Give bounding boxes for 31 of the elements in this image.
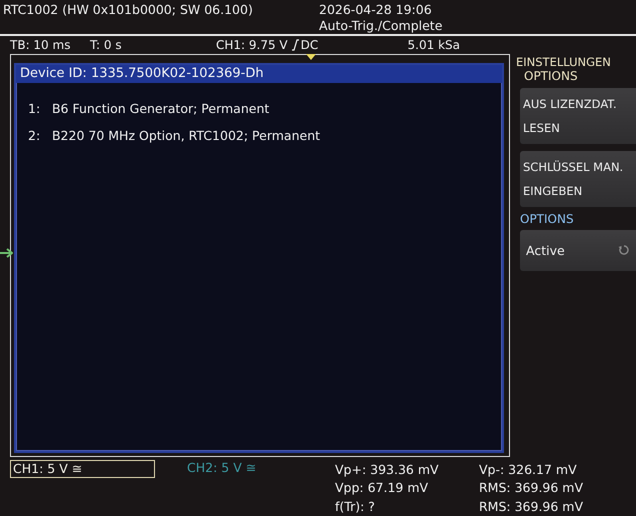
date-time: 2026-04-28 19:06 [319,2,433,18]
sample-rate-label: 5.01 kSa [408,38,460,52]
coupling-label: DC [300,38,318,52]
dialog-title: Device ID: 1335.7500K02-102369-Dh [16,64,502,82]
measurement-value: Vpp: 67.19 mV [335,479,430,497]
item-number: 1: [28,100,42,116]
menu-subtitle: OPTIONS [524,68,579,82]
channel-label[interactable]: CH1: 5 V ≅ [10,460,155,478]
section-heading: OPTIONS [520,212,575,226]
measurement-value: RMS: 369.96 mV [479,498,584,516]
device-title: RTC1002 (HW 0x101b0000; SW 06.100) [2,1,254,19]
channel-label[interactable]: CH2: 5 V ≅ [185,460,335,478]
measurement-value: Vp+: 393.36 mV [335,460,440,479]
measurement-value: Vp-: 326.17 mV [479,460,578,479]
measurement-value: RMS: 369.96 mV [479,479,584,497]
option-text: B6 Function Generator; Permanent [52,100,270,116]
item-number: 2: [28,128,42,142]
ground-marker-icon [0,246,13,258]
menu-button[interactable]: AUS LIZENZDAT. LESEN [520,88,636,144]
trigger-marker-icon [306,54,316,60]
rising-edge-icon [290,38,300,51]
time-offset-label: T: 0 s [90,38,123,52]
menu-button[interactable]: SCHLÜSSEL MAN. EINGEBEN [520,150,636,206]
refresh-icon [618,244,630,256]
trigger-status: Auto-Trig./Complete [319,18,442,34]
option-text: B220 70 MHz Option, RTC1002; Permanent [52,128,320,142]
timebase-label: TB: 10 ms [10,38,72,52]
menu-title: EINSTELLUNGEN [516,54,612,68]
measurement-value: f(Tr): ? [335,498,376,516]
trigger-level-label: CH1: 9.75 V [216,38,288,52]
toggle-button[interactable]: Active [520,230,636,270]
